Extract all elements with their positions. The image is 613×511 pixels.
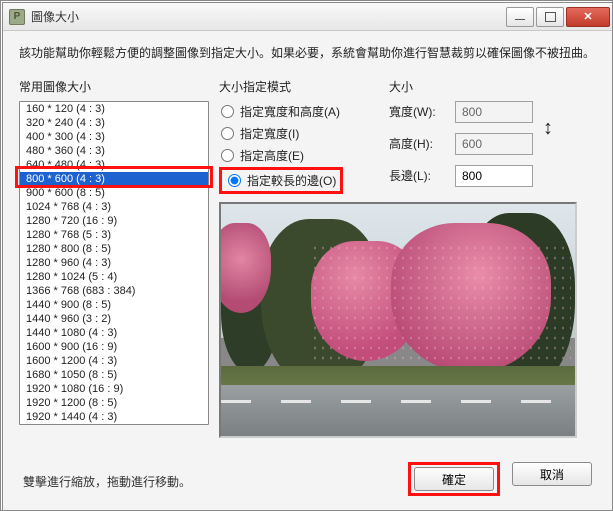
- button-row: 確定 取消: [408, 462, 592, 496]
- list-item[interactable]: 800 * 600 (4 : 3): [20, 172, 208, 186]
- window-controls: [504, 7, 610, 27]
- mode-radio-width-input[interactable]: [221, 127, 234, 140]
- mode-radio-long[interactable]: 指定較長的邊(O): [226, 172, 336, 189]
- common-sizes-listbox[interactable]: 160 * 120 (4 : 3)320 * 240 (4 : 3)400 * …: [19, 101, 209, 425]
- list-item[interactable]: 1280 * 768 (5 : 3): [20, 228, 208, 242]
- preview-image: [221, 204, 575, 436]
- hint-text: 雙擊進行縮放，拖動進行移動。: [23, 473, 191, 490]
- dialog-content: 該功能幫助你輕鬆方便的調整圖像到指定大小。如果必要，系統會幫助你進行智慧裁剪以確…: [3, 31, 612, 510]
- size-grid: 寬度(W): ↕ 高度(H): 長邊(L):: [389, 101, 596, 187]
- mode-radio-long-label: 指定較長的邊(O): [247, 172, 336, 189]
- close-button[interactable]: [566, 7, 610, 27]
- window-title: 圖像大小: [31, 8, 504, 25]
- mode-radio-both-input[interactable]: [221, 105, 234, 118]
- common-sizes-column: 常用圖像大小 160 * 120 (4 : 3)320 * 240 (4 : 3…: [19, 78, 209, 438]
- dialog-frame: P 圖像大小 該功能幫助你輕鬆方便的調整圖像到指定大小。如果必要，系統會幫助你進…: [0, 0, 613, 511]
- right-pane: 大小指定模式 指定寬度和高度(A) 指定寬度(I): [219, 78, 596, 438]
- width-label: 寬度(W):: [389, 103, 449, 120]
- minimize-button[interactable]: [506, 7, 534, 27]
- link-aspect-icon[interactable]: ↕: [539, 119, 557, 137]
- list-item[interactable]: 1600 * 900 (16 : 9): [20, 340, 208, 354]
- list-item[interactable]: 320 * 240 (4 : 3): [20, 116, 208, 130]
- list-item[interactable]: 1920 * 1080 (16 : 9): [20, 382, 208, 396]
- description-text: 該功能幫助你輕鬆方便的調整圖像到指定大小。如果必要，系統會幫助你進行智慧裁剪以確…: [19, 45, 596, 62]
- image-size-dialog: P 圖像大小 該功能幫助你輕鬆方便的調整圖像到指定大小。如果必要，系統會幫助你進…: [2, 2, 613, 511]
- preview-area[interactable]: [219, 202, 577, 438]
- list-item[interactable]: 480 * 360 (4 : 3): [20, 144, 208, 158]
- highlight-ok-button: 確定: [408, 462, 500, 496]
- list-item[interactable]: 1280 * 1024 (5 : 4): [20, 270, 208, 284]
- mode-radio-width[interactable]: 指定寬度(I): [219, 123, 389, 145]
- list-item[interactable]: 640 * 480 (4 : 3): [20, 158, 208, 172]
- list-item[interactable]: 900 * 600 (8 : 5): [20, 186, 208, 200]
- list-item[interactable]: 1280 * 960 (4 : 3): [20, 256, 208, 270]
- size-column: 大小 寬度(W): ↕ 高度(H): 長邊(L):: [389, 78, 596, 194]
- mode-label: 大小指定模式: [219, 78, 389, 95]
- mode-radio-width-label: 指定寬度(I): [240, 125, 299, 142]
- list-item[interactable]: 1280 * 800 (8 : 5): [20, 242, 208, 256]
- width-input[interactable]: [455, 101, 533, 123]
- common-sizes-wrap: 160 * 120 (4 : 3)320 * 240 (4 : 3)400 * …: [19, 101, 209, 425]
- list-item[interactable]: 1680 * 1050 (8 : 5): [20, 368, 208, 382]
- list-item[interactable]: 400 * 300 (4 : 3): [20, 130, 208, 144]
- maximize-button[interactable]: [536, 7, 564, 27]
- ok-button[interactable]: 確定: [414, 467, 494, 491]
- mode-radio-both-label: 指定寬度和高度(A): [240, 103, 340, 120]
- mode-radio-both[interactable]: 指定寬度和高度(A): [219, 101, 389, 123]
- mode-column: 大小指定模式 指定寬度和高度(A) 指定寬度(I): [219, 78, 389, 194]
- height-input[interactable]: [455, 133, 533, 155]
- list-item[interactable]: 1440 * 900 (8 : 5): [20, 298, 208, 312]
- highlight-mode-long: 指定較長的邊(O): [219, 167, 343, 194]
- list-item[interactable]: 1440 * 960 (3 : 2): [20, 312, 208, 326]
- list-item[interactable]: 160 * 120 (4 : 3): [20, 102, 208, 116]
- mode-radio-group: 指定寬度和高度(A) 指定寬度(I) 指定高度(E): [219, 101, 389, 194]
- list-item[interactable]: 2560 * 1600 (8 : 5): [20, 424, 208, 425]
- list-item[interactable]: 1440 * 1080 (4 : 3): [20, 326, 208, 340]
- list-item[interactable]: 1920 * 1200 (8 : 5): [20, 396, 208, 410]
- long-edge-input[interactable]: [455, 165, 533, 187]
- mode-radio-height-input[interactable]: [221, 149, 234, 162]
- list-item[interactable]: 1024 * 768 (4 : 3): [20, 200, 208, 214]
- columns: 常用圖像大小 160 * 120 (4 : 3)320 * 240 (4 : 3…: [19, 78, 596, 438]
- size-label: 大小: [389, 78, 596, 95]
- app-icon: P: [9, 9, 25, 25]
- title-bar: P 圖像大小: [3, 3, 612, 31]
- long-label: 長邊(L):: [389, 167, 449, 184]
- list-item[interactable]: 1920 * 1440 (4 : 3): [20, 410, 208, 424]
- common-sizes-label: 常用圖像大小: [19, 78, 209, 95]
- height-label: 高度(H):: [389, 135, 449, 152]
- mode-radio-height-label: 指定高度(E): [240, 147, 304, 164]
- mode-radio-long-input[interactable]: [228, 174, 241, 187]
- mode-radio-height[interactable]: 指定高度(E): [219, 145, 389, 167]
- list-item[interactable]: 1600 * 1200 (4 : 3): [20, 354, 208, 368]
- list-item[interactable]: 1280 * 720 (16 : 9): [20, 214, 208, 228]
- list-item[interactable]: 1366 * 768 (683 : 384): [20, 284, 208, 298]
- cancel-button[interactable]: 取消: [512, 462, 592, 486]
